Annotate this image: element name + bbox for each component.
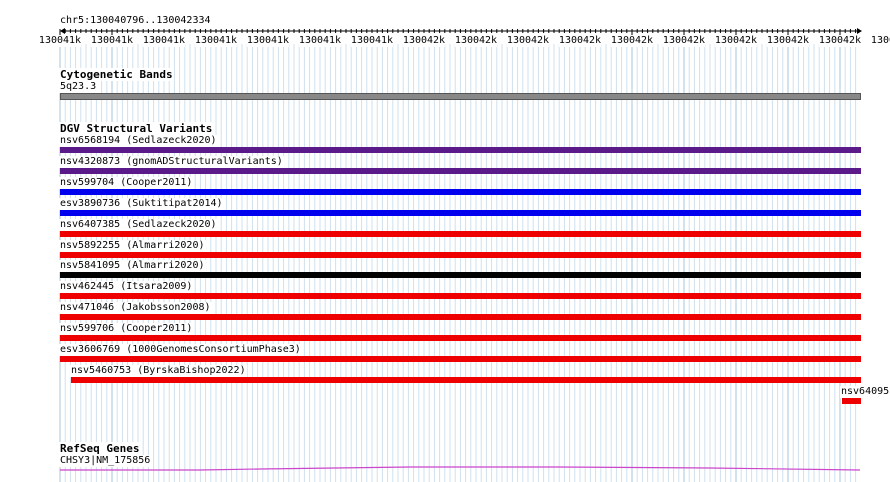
ruler-tick-label: 130041k [298, 35, 342, 47]
dgv-feature-label[interactable]: nsv5841095 (Almarri2020) [59, 260, 206, 273]
cytoband-bar[interactable] [60, 93, 861, 100]
ruler-tick-label: 130042k [454, 35, 498, 47]
refseq-gene-feature[interactable] [0, 462, 890, 474]
dgv-feature-label[interactable]: esv3890736 (Suktitipat2014) [59, 197, 224, 210]
dgv-track-title[interactable]: DGV Structural Variants [59, 122, 214, 135]
ruler-tick-label: 130042k [662, 35, 706, 47]
ruler-tick-label: 130042k [402, 35, 446, 47]
dgv-feature-label[interactable]: nsv4320873 (gnomADStructuralVariants) [59, 155, 284, 168]
ruler-tick-label: 130041k [350, 35, 394, 47]
cytoband-label: 5q23.3 [59, 81, 98, 93]
dgv-feature-label[interactable]: nsv6568194 (Sedlazeck2020) [59, 135, 218, 147]
dgv-feature-bar[interactable] [60, 167, 861, 174]
dgv-feature-bar[interactable] [60, 230, 861, 237]
dgv-feature-label[interactable]: nsv64095 [840, 385, 890, 398]
ruler-tick-label: 130041k [194, 35, 238, 47]
dgv-feature-bar[interactable] [60, 251, 861, 258]
dgv-feature-bar[interactable] [60, 314, 861, 321]
cytoband-track-title[interactable]: Cytogenetic Bands [59, 68, 174, 81]
dgv-feature-label[interactable]: nsv5460753 (ByrskaBishop2022) [70, 364, 247, 377]
dgv-feature-bar[interactable] [60, 335, 861, 342]
dgv-feature-label[interactable]: nsv5892255 (Almarri2020) [59, 239, 206, 252]
ruler-tick-label: 130041k [38, 35, 82, 47]
ruler-tick-label: 130042k [870, 35, 890, 47]
ruler-tick-label: 130041k [246, 35, 290, 47]
dgv-feature-label[interactable]: esv3606769 (1000GenomesConsortiumPhase3) [59, 344, 302, 356]
dgv-feature-bar[interactable] [60, 293, 861, 300]
ruler-tick-label: 130041k [90, 35, 134, 47]
dgv-feature-bar[interactable] [60, 356, 861, 362]
ruler-tick-label: 130042k [766, 35, 810, 47]
dgv-feature-label[interactable]: nsv6407385 (Sedlazeck2020) [59, 218, 218, 231]
dgv-feature-bar[interactable] [60, 188, 861, 195]
ruler-tick-label: 130042k [558, 35, 602, 47]
ruler-tick-label: 130041k [142, 35, 186, 47]
dgv-feature-label[interactable]: nsv599704 (Cooper2011) [59, 176, 194, 189]
dgv-feature-bar[interactable] [71, 376, 861, 383]
dgv-feature-bar[interactable] [60, 209, 861, 216]
dgv-feature-bar[interactable] [60, 147, 861, 153]
ruler-tick-label: 130042k [610, 35, 654, 47]
dgv-feature-bar[interactable] [842, 397, 861, 404]
dgv-feature-bar[interactable] [60, 272, 861, 279]
refseq-track-title[interactable]: RefSeq Genes [59, 442, 141, 455]
ruler-tick-label: 130042k [506, 35, 550, 47]
dgv-feature-label[interactable]: nsv599706 (Cooper2011) [59, 323, 194, 336]
ruler-tick-label: 130042k [818, 35, 862, 47]
ruler-tick-label: 130042k [714, 35, 758, 47]
dgv-feature-label[interactable]: nsv471046 (Jakobsson2008) [59, 302, 212, 315]
dgv-feature-label[interactable]: nsv462445 (Itsara2009) [59, 281, 194, 294]
